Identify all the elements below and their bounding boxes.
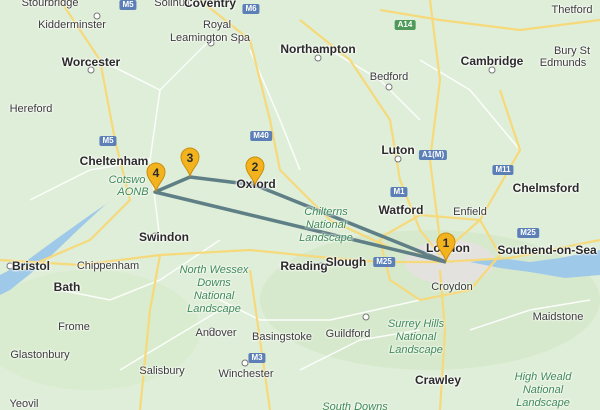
place-label: Slough [325, 255, 367, 269]
road-shield: M25 [373, 257, 395, 267]
town-dot [362, 313, 370, 321]
area-label: Landscape [389, 344, 443, 356]
area-label: Landscape [299, 232, 353, 244]
place-label: Thetford [551, 4, 593, 16]
area-label: High Weald [514, 371, 572, 383]
road-shield: M5 [99, 136, 117, 146]
area-label: National [522, 384, 564, 396]
area-label: AONB [117, 186, 149, 198]
place-label: Cambridge [460, 54, 524, 68]
place-label: Chippenham [76, 260, 140, 272]
place-label: Bedford [369, 71, 409, 83]
marker-number: 3 [186, 151, 194, 165]
route-marker-3[interactable]: 3 [179, 147, 201, 178]
area-label: National [395, 331, 437, 343]
place-label: Bury St [553, 45, 591, 57]
place-label: Bristol [11, 259, 51, 273]
place-label: Hereford [9, 103, 53, 115]
place-label: Crawley [414, 373, 462, 387]
town-dot [385, 83, 393, 91]
road-shield: M11 [492, 165, 514, 175]
area-label: National [193, 290, 235, 302]
place-label: Frome [58, 321, 90, 333]
place-label: Winchester [218, 368, 274, 380]
road-shield: M6 [242, 4, 260, 14]
place-label: Kidderminster [38, 19, 106, 31]
map-view[interactable]: M5 M6 A14 M5 M40 M1 A1(M) M11 M25 M25 M3… [0, 0, 600, 410]
road-shield: A1(M) [418, 150, 448, 160]
place-label: Leamington Spa [169, 32, 251, 44]
place-label: Croydon [431, 281, 473, 293]
area-label: North Wessex [179, 264, 249, 276]
road-shield: M25 [517, 228, 539, 238]
place-label: Glastonbury [10, 349, 70, 361]
place-label: Guildford [325, 328, 371, 340]
place-label: Stourbridge [21, 0, 79, 9]
road-shield: M1 [390, 187, 408, 197]
area-label: Surrey Hills [387, 318, 445, 330]
place-label: Worcester [61, 55, 121, 69]
place-label: Watford [378, 203, 424, 217]
road-shield: M40 [250, 131, 272, 141]
place-label: Enfield [453, 206, 487, 218]
area-label: National [305, 219, 347, 231]
place-label: Southend-on-Sea [497, 243, 597, 257]
place-label: Basingstoke [252, 331, 312, 343]
place-label: Northampton [280, 42, 356, 56]
place-label: Cheltenham [79, 154, 149, 168]
marker-number: 1 [442, 236, 450, 250]
road-shield: A14 [394, 20, 416, 30]
place-label: Reading [280, 259, 328, 273]
road-shield: M5 [119, 0, 137, 10]
place-label: Swindon [139, 230, 189, 244]
place-label: Salisbury [139, 365, 185, 377]
route-marker-1[interactable]: 1 [435, 232, 457, 263]
area-label: Cotswo [108, 174, 146, 186]
place-label: Yeovil [9, 398, 39, 410]
place-label: Edmunds [539, 57, 587, 69]
area-label: South Downs [322, 401, 388, 410]
place-label: Andover [195, 327, 237, 339]
place-label: Maidstone [532, 311, 584, 323]
route-marker-4[interactable]: 4 [145, 162, 167, 193]
area-label: Chilterns [304, 206, 348, 218]
place-label: Royal [202, 19, 232, 31]
marker-number: 4 [152, 166, 160, 180]
place-label: Chelmsford [512, 181, 580, 195]
road-shield: M3 [248, 353, 266, 363]
place-label: Luton [381, 143, 415, 157]
marker-number: 2 [251, 160, 259, 174]
place-label: Bath [53, 280, 81, 294]
place-label: Coventry [183, 0, 237, 10]
area-label: Downs [197, 277, 231, 289]
town-dot [241, 359, 249, 367]
area-label: Landscape [187, 303, 241, 315]
route-marker-2[interactable]: 2 [244, 156, 266, 187]
area-label: Landscape [516, 397, 570, 409]
